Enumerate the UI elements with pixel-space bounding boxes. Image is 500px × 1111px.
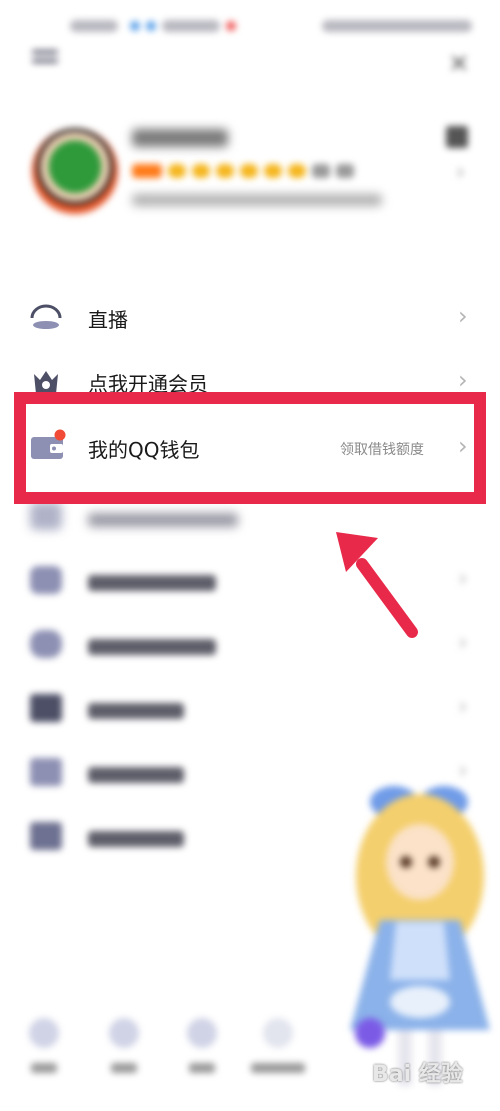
menu-item-label — [88, 828, 184, 852]
live-icon — [30, 304, 62, 329]
status-time — [70, 20, 118, 32]
menu-item-icon — [30, 822, 62, 850]
chevron-right-icon: › — [458, 366, 468, 394]
status-icon — [146, 21, 156, 31]
night-mode-button[interactable] — [94, 1018, 154, 1077]
avatar[interactable] — [32, 128, 118, 214]
shirt-icon — [187, 1018, 217, 1048]
bottom-bar-label — [94, 1062, 154, 1077]
star-icon — [288, 164, 306, 178]
chevron-right-icon: › — [458, 628, 468, 656]
star-icon — [216, 164, 234, 178]
menu-item-icon — [30, 502, 62, 530]
badge-icon — [312, 164, 330, 178]
menu-item-icon — [30, 758, 62, 786]
weather-button[interactable] — [248, 1018, 308, 1077]
signature — [132, 194, 382, 210]
star-icon — [264, 164, 282, 178]
menu-icon[interactable] — [32, 50, 58, 72]
chevron-right-icon: › — [458, 564, 468, 592]
menu-item-label: 直播 — [88, 308, 128, 332]
chevron-right-icon[interactable]: › — [456, 160, 465, 185]
star-icon — [168, 164, 186, 178]
badge-icon — [336, 164, 354, 178]
extra-button[interactable] — [340, 1018, 400, 1048]
menu-item-icon — [30, 694, 62, 722]
watermark: Bai 经验 — [372, 1062, 463, 1087]
bottom-bar-label — [14, 1062, 74, 1077]
pointer-arrow-icon — [336, 532, 418, 638]
menu-item-label — [88, 700, 184, 724]
menu-item-blurred[interactable]: › — [0, 676, 500, 740]
gear-icon — [29, 1018, 59, 1048]
status-icon — [226, 21, 236, 31]
menu-item-label — [88, 764, 184, 788]
app-icon — [355, 1018, 385, 1048]
vip-badges — [132, 162, 380, 180]
menu-item-icon — [30, 630, 62, 658]
weather-icon — [263, 1018, 293, 1048]
dress-up-button[interactable] — [172, 1018, 232, 1077]
close-icon[interactable]: × — [448, 48, 470, 78]
status-icon — [130, 21, 140, 31]
top-title — [88, 50, 94, 71]
menu-item-live[interactable]: 直播 › — [0, 286, 500, 350]
highlight-box — [14, 392, 486, 504]
vip-badge-icon — [132, 164, 162, 178]
chevron-right-icon: › — [458, 692, 468, 720]
moon-icon — [109, 1018, 139, 1048]
status-right-icons — [322, 20, 472, 32]
chevron-right-icon: › — [458, 302, 468, 330]
status-bar — [70, 14, 490, 38]
bottom-bar-label — [172, 1062, 232, 1077]
star-icon — [240, 164, 258, 178]
menu-item-icon — [30, 566, 62, 594]
star-icon — [192, 164, 210, 178]
bottom-bar-label — [248, 1062, 308, 1077]
status-icons — [162, 20, 220, 32]
menu-item-label — [88, 508, 238, 532]
nickname[interactable] — [132, 128, 228, 152]
menu-item-label — [88, 572, 216, 596]
menu-item-label — [88, 636, 216, 660]
settings-button[interactable] — [14, 1018, 74, 1077]
qr-code-icon[interactable] — [446, 126, 468, 148]
